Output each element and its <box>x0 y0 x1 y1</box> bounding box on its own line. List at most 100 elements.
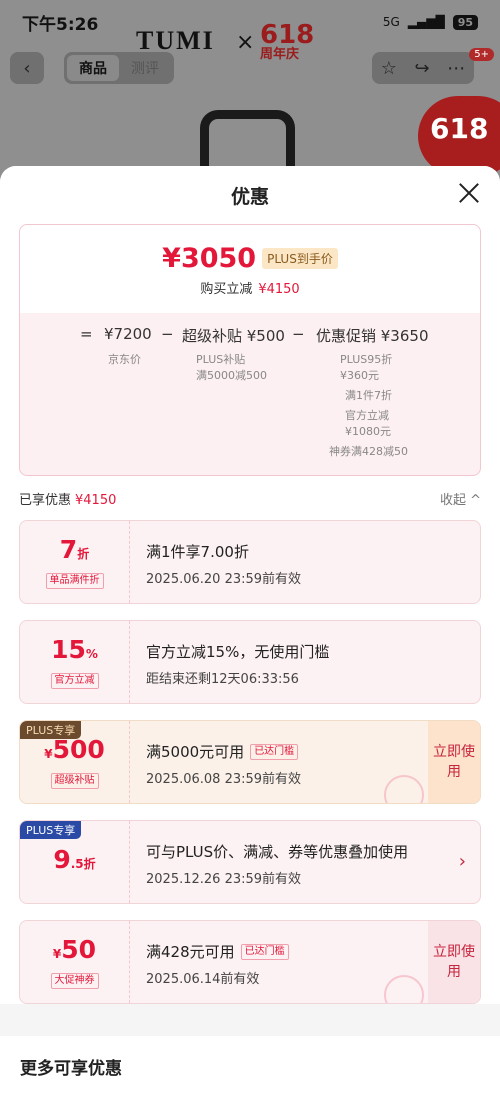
coupon-validity: 2025.06.20 23:59前有效 <box>146 572 302 587</box>
instant-value: ¥4150 <box>258 282 300 297</box>
more-discounts-title: 更多可享优惠 <box>0 1036 500 1111</box>
coupon-value: ¥500 <box>44 735 105 769</box>
anniversary-number: 618 <box>260 20 315 50</box>
close-icon[interactable] <box>458 182 480 204</box>
promo-sub: 官方立减 <box>345 409 389 422</box>
formula-equals: = <box>80 325 93 343</box>
promo-circle-badge: 618 <box>418 96 500 176</box>
network-label: 5G <box>382 15 400 29</box>
promo-sub: PLUS95折 <box>340 353 393 366</box>
discount-sheet: 优惠 ¥3050 PLUS到手价 购买立减 ¥4150 = ¥7200 − 超级补… <box>0 166 500 1111</box>
formula-minus-1: − <box>161 325 174 343</box>
collapse-button[interactable]: 收起 ^ <box>440 489 481 508</box>
coupon-value-unit: 折 <box>77 547 90 561</box>
coupon-value-number: 500 <box>52 735 105 764</box>
tab-product[interactable]: 商品 <box>67 55 119 81</box>
brand-logo: TUMI <box>136 26 215 55</box>
jd-price-label: 京东价 <box>108 353 141 366</box>
coupon-title: 满1件享7.00折 <box>146 543 249 561</box>
sheet-header: 优惠 <box>0 166 500 224</box>
sheet-title: 优惠 <box>230 186 269 208</box>
coupon-tag: 超级补贴 <box>50 773 99 789</box>
promo-sub: ¥360元 <box>340 369 379 382</box>
enjoyed-label-text: 已享优惠 <box>19 492 72 508</box>
promo-sub: ¥1080元 <box>345 425 391 438</box>
coupon-value-number: 50 <box>61 935 97 964</box>
coupon-value-number: 15 <box>51 635 86 664</box>
star-icon[interactable]: ☆ <box>381 58 397 79</box>
promo-sub: 满1件7折 <box>345 389 392 402</box>
coupon-value: 7折 <box>60 535 89 569</box>
coupon-tag: 官方立减 <box>50 673 99 689</box>
enjoyed-value: ¥4150 <box>75 492 117 508</box>
subsidy-sub-2: 满5000减500 <box>196 369 267 382</box>
coupon-title: 满428元可用 <box>146 943 235 961</box>
status-icons: 5G ▂▄▆█ 95 <box>382 14 478 30</box>
threshold-reached-badge: 已达门槛 <box>240 943 289 960</box>
action-group: ☆ ↪ ⋯ <box>372 52 474 84</box>
coupon-value-prefix: ¥ <box>44 747 53 761</box>
instant-discount: 购买立减 ¥4150 <box>20 278 480 297</box>
coupon-title: 满5000元可用 <box>146 743 245 761</box>
coupon-value-number: 9 <box>53 845 71 874</box>
coupon-title: 官方立减15%，无使用门槛 <box>146 643 330 661</box>
coupon-detail: 官方立减15%，无使用门槛 距结束还剩12天06:33:56 <box>130 621 480 703</box>
screen: 下午5:26 5G ▂▄▆█ 95 ‹ 商品 测评 ☆ ↪ ⋯ 5+ TUMI … <box>0 0 500 1111</box>
back-icon: ‹ <box>23 57 31 79</box>
promo-sub: 神券满428减50 <box>329 445 408 458</box>
anniversary-logo: 618 周年庆 <box>260 22 314 62</box>
coupon-title-row: 满428元可用 已达门槛 <box>146 941 428 962</box>
threshold-reached-badge: 已达门槛 <box>250 743 299 760</box>
subsidy-sub-1: PLUS补贴 <box>196 353 246 366</box>
status-time: 下午5:26 <box>22 14 99 35</box>
coupon-countdown: 距结束还剩12天06:33:56 <box>146 672 299 687</box>
cart-badge: 5+ <box>469 48 494 61</box>
coupon-value-unit: .5折 <box>70 857 96 871</box>
final-price: ¥3050 <box>162 243 257 274</box>
coupon-value: ¥50 <box>53 935 96 969</box>
coupon-card[interactable]: ¥50 大促神券 满428元可用 已达门槛 2025.06.14前有效 立即使用 <box>19 920 481 1004</box>
formula-minus-2: − <box>292 325 305 343</box>
coupon-detail: 满1件享7.00折 2025.06.20 23:59前有效 <box>130 521 480 603</box>
coupon-value-area: ¥50 大促神券 <box>20 921 130 1003</box>
coupon-value: 15% <box>51 635 98 669</box>
back-button[interactable]: ‹ <box>10 52 44 84</box>
plus-exclusive-badge: PLUS专享 <box>20 821 82 839</box>
coupon-card[interactable]: 7折 单品满件折 满1件享7.00折 2025.06.20 23:59前有效 <box>19 520 481 604</box>
signal-icon: ▂▄▆█ <box>407 15 445 29</box>
final-price-row: ¥3050 PLUS到手价 <box>20 225 480 274</box>
coupon-value-area: 7折 单品满件折 <box>20 521 130 603</box>
chevron-right-icon[interactable]: › <box>459 851 466 872</box>
coupon-value-area: 15% 官方立减 <box>20 621 130 703</box>
formula-jd-price: ¥7200 <box>104 325 152 343</box>
formula-subsidy: 超级补贴 ¥500 <box>182 327 285 345</box>
coupon-value: 9.5折 <box>53 845 95 879</box>
coupon-tag: 单品满件折 <box>45 573 104 589</box>
product-tabs: 商品 测评 <box>64 52 174 84</box>
coupon-validity: 2025.12.26 23:59前有效 <box>146 872 302 887</box>
enjoyed-discount-row: 已享优惠 ¥4150 收起 ^ <box>19 476 481 520</box>
coupon-value-number: 7 <box>59 535 78 564</box>
coupon-card[interactable]: 15% 官方立减 官方立减15%，无使用门槛 距结束还剩12天06:33:56 <box>19 620 481 704</box>
luggage-handle-image <box>200 110 295 170</box>
formula-promo: 优惠促销 ¥3650 <box>316 327 429 345</box>
enjoyed-label: 已享优惠 ¥4150 <box>19 489 116 508</box>
share-icon[interactable]: ↪ <box>415 58 430 79</box>
coupon-card[interactable]: 9.5折 PLUS专享 可与PLUS价、满减、券等优惠叠加使用 2025.12.… <box>19 820 481 904</box>
coupon-title-row: 满5000元可用 已达门槛 <box>146 741 428 762</box>
use-now-button[interactable]: 立即使用 <box>428 721 480 803</box>
coupon-card[interactable]: ¥500 超级补贴 PLUS专享 满5000元可用 已达门槛 2025.06.08… <box>19 720 481 804</box>
price-summary: ¥3050 PLUS到手价 购买立减 ¥4150 = ¥7200 − 超级补贴 ¥… <box>19 224 481 476</box>
use-now-button[interactable]: 立即使用 <box>428 921 480 1003</box>
battery-icon: 95 <box>452 14 478 30</box>
top-nav: ‹ 商品 测评 ☆ ↪ ⋯ <box>10 52 490 84</box>
instant-label: 购买立减 <box>200 282 253 297</box>
plus-price-tag: PLUS到手价 <box>262 248 338 269</box>
coupon-detail: 可与PLUS价、满减、券等优惠叠加使用 2025.12.26 23:59前有效 <box>130 821 480 903</box>
tab-review[interactable]: 测评 <box>119 55 171 81</box>
sheet-body: ¥3050 PLUS到手价 购买立减 ¥4150 = ¥7200 − 超级补贴 ¥… <box>0 224 500 1004</box>
coupon-value-unit: % <box>85 647 98 661</box>
coupon-title: 可与PLUS价、满减、券等优惠叠加使用 <box>146 843 409 861</box>
more-icon[interactable]: ⋯ <box>447 58 465 79</box>
anniversary-text: 周年庆 <box>260 47 300 62</box>
